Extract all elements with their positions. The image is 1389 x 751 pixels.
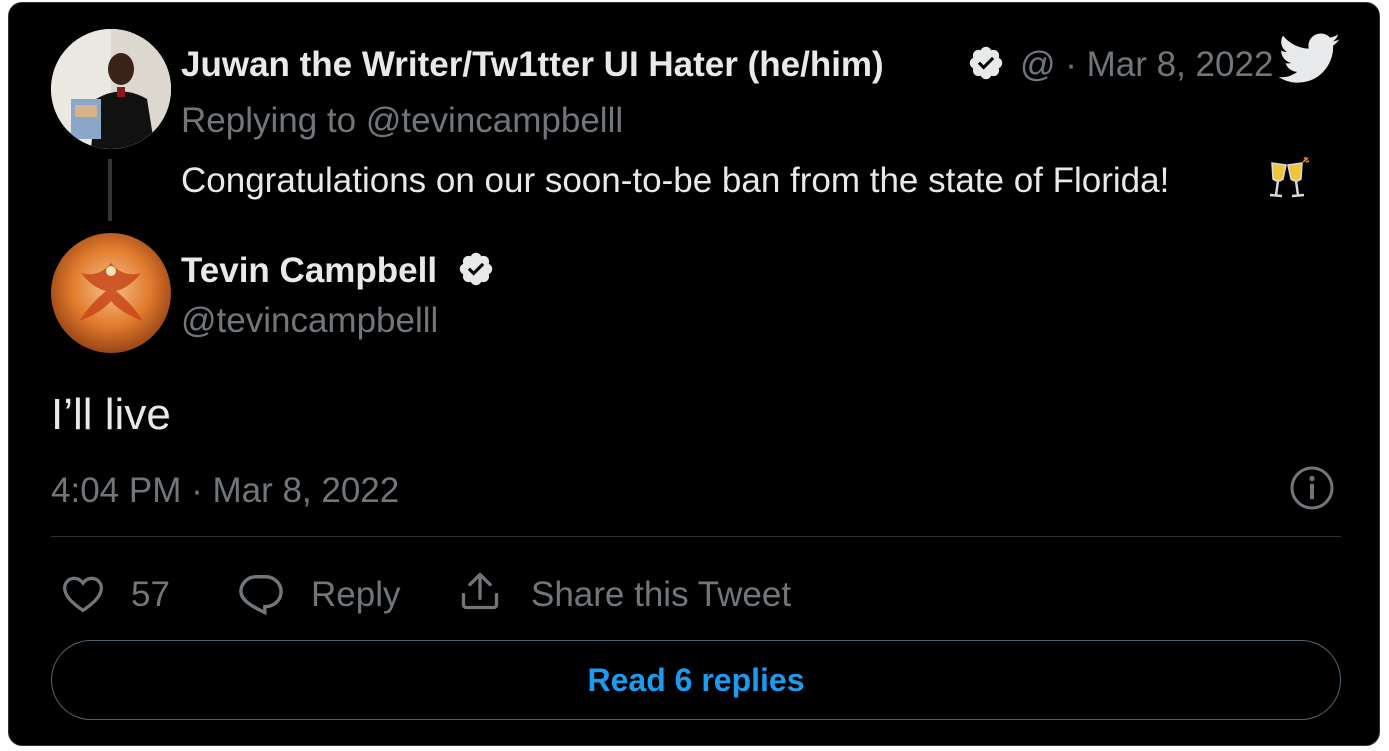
phoenix-icon: [51, 233, 171, 353]
thread-connector-line: [108, 159, 112, 221]
person-photo-icon: [51, 29, 171, 149]
clinking-glasses-emoji: [1264, 156, 1310, 208]
parent-tweet-text: Congratulations on our soon-to-be ban fr…: [181, 161, 1170, 200]
parent-author-avatar[interactable]: [51, 29, 171, 149]
main-tweet-text: I’ll live: [51, 390, 171, 439]
divider: [51, 536, 1341, 537]
twitter-bird-icon[interactable]: [1278, 33, 1341, 92]
main-author-avatar[interactable]: [51, 233, 171, 353]
tweet-timestamp[interactable]: 4:04 PM · Mar 8, 2022: [51, 473, 399, 508]
share-icon[interactable]: [458, 569, 502, 618]
replying-to-line[interactable]: Replying to @tevincampbelll: [181, 103, 623, 138]
main-author-name[interactable]: Tevin Campbell: [181, 253, 437, 288]
like-count[interactable]: 57: [131, 577, 170, 612]
parent-handle-date[interactable]: @ · Mar 8, 2022: [1020, 47, 1273, 82]
main-author-handle[interactable]: @tevincampbelll: [181, 303, 438, 338]
reply-label[interactable]: Reply: [311, 577, 400, 612]
heart-icon[interactable]: [61, 572, 105, 619]
verified-badge-icon: [457, 250, 495, 293]
info-icon[interactable]: [1289, 465, 1335, 516]
share-label[interactable]: Share this Tweet: [531, 577, 791, 612]
reply-icon[interactable]: [238, 571, 284, 620]
verified-badge-icon: [967, 44, 1005, 87]
read-replies-label: Read 6 replies: [587, 661, 805, 698]
read-replies-button[interactable]: Read 6 replies: [51, 640, 1341, 720]
parent-author-name[interactable]: Juwan the Writer/Tw1tter UI Hater (he/hi…: [181, 47, 884, 82]
embedded-tweet-card: Juwan the Writer/Tw1tter UI Hater (he/hi…: [8, 2, 1380, 746]
